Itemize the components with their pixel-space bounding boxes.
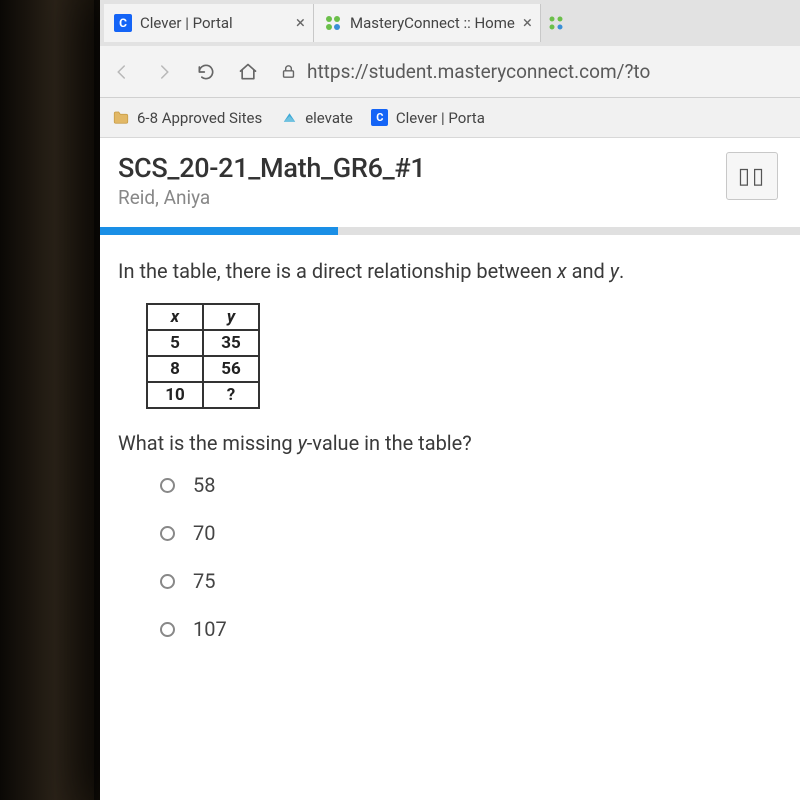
question-y: y — [298, 431, 307, 455]
elevate-icon — [280, 109, 298, 127]
screen: C Clever | Portal × MasteryConnect :: Ho… — [100, 0, 800, 800]
radio-icon — [160, 622, 175, 637]
new-tab-button[interactable] — [541, 16, 571, 30]
bookmark-label: elevate — [305, 109, 353, 127]
url-text: https://student.masteryconnect.com/?to — [307, 60, 650, 83]
question-post: -value in the table? — [307, 431, 472, 455]
arrow-left-icon — [113, 63, 131, 81]
radio-icon — [160, 526, 175, 541]
prompt-x: x — [557, 259, 567, 283]
folder-icon — [112, 109, 130, 127]
clever-icon: C — [371, 109, 389, 127]
table-header-row: x y — [147, 304, 259, 330]
col-x-header: x — [147, 304, 203, 330]
prompt-y: y — [610, 259, 619, 283]
close-icon[interactable]: × — [523, 13, 532, 33]
assignment-title: SCS_20-21_Math_GR6_#1 — [118, 152, 714, 184]
bookmarks-bar: 6-8 Approved Sites elevate C Clever | Po… — [100, 98, 800, 138]
pause-button[interactable]: ▯▯ — [726, 152, 778, 200]
choice-label: 70 — [193, 521, 215, 545]
home-button[interactable] — [230, 54, 266, 90]
tab-title: MasteryConnect :: Home — [350, 14, 515, 32]
choice-c[interactable]: 75 — [160, 569, 778, 593]
cell-x: 8 — [147, 356, 203, 382]
table-row: 10 ? — [147, 382, 259, 408]
answer-choices: 58 70 75 107 — [118, 473, 778, 641]
radio-icon — [160, 478, 175, 493]
cell-y: 35 — [203, 330, 259, 356]
assignment-header: SCS_20-21_Math_GR6_#1 Reid, Aniya ▯▯ — [100, 138, 800, 219]
browser-tab-masteryconnect[interactable]: MasteryConnect :: Home × — [314, 4, 541, 42]
bookmark-approved-sites[interactable]: 6-8 Approved Sites — [112, 109, 262, 127]
cell-y: ? — [203, 382, 259, 408]
browser-tab-strip: C Clever | Portal × MasteryConnect :: Ho… — [100, 0, 800, 46]
refresh-icon — [196, 62, 216, 82]
browser-toolbar: https://student.masteryconnect.com/?to — [100, 46, 800, 98]
page-content: SCS_20-21_Math_GR6_#1 Reid, Aniya ▯▯ In … — [100, 138, 800, 800]
col-y-header: y — [203, 304, 259, 330]
refresh-button[interactable] — [188, 54, 224, 90]
bookmark-label: 6-8 Approved Sites — [137, 109, 262, 127]
address-bar[interactable]: https://student.masteryconnect.com/?to — [272, 60, 796, 83]
choice-d[interactable]: 107 — [160, 617, 778, 641]
clever-icon: C — [114, 14, 132, 32]
prompt-text: and — [567, 259, 610, 283]
mc-mini-icon — [549, 16, 563, 30]
choice-b[interactable]: 70 — [160, 521, 778, 545]
tab-title: Clever | Portal — [140, 14, 288, 32]
lock-icon — [280, 63, 297, 80]
prompt-text: In the table, there is a direct relation… — [118, 259, 557, 283]
prompt-text: . — [619, 259, 624, 283]
forward-button[interactable] — [146, 54, 182, 90]
table-row: 8 56 — [147, 356, 259, 382]
bookmark-elevate[interactable]: elevate — [280, 109, 353, 127]
masteryconnect-icon — [324, 14, 342, 32]
choice-a[interactable]: 58 — [160, 473, 778, 497]
cell-x: 5 — [147, 330, 203, 356]
question-prompt: In the table, there is a direct relation… — [118, 257, 778, 285]
choice-label: 107 — [193, 617, 227, 641]
question-area: In the table, there is a direct relation… — [100, 235, 800, 675]
bookmark-label: Clever | Porta — [396, 109, 485, 127]
arrow-right-icon — [155, 63, 173, 81]
table-row: 5 35 — [147, 330, 259, 356]
progress-fill — [100, 227, 338, 235]
data-table: x y 5 35 8 56 10 ? — [146, 303, 260, 409]
close-icon[interactable]: × — [296, 13, 305, 33]
pause-icon: ▯▯ — [738, 164, 766, 189]
cell-y: 56 — [203, 356, 259, 382]
question-pre: What is the missing — [118, 431, 298, 455]
student-name: Reid, Aniya — [118, 186, 714, 209]
radio-icon — [160, 574, 175, 589]
choice-label: 58 — [193, 473, 215, 497]
browser-tab-clever[interactable]: C Clever | Portal × — [104, 4, 314, 42]
cell-x: 10 — [147, 382, 203, 408]
device-bezel — [0, 0, 100, 800]
back-button[interactable] — [104, 54, 140, 90]
choice-label: 75 — [193, 569, 215, 593]
bookmark-clever[interactable]: C Clever | Porta — [371, 109, 485, 127]
home-icon — [238, 62, 258, 82]
progress-bar — [100, 227, 800, 235]
question-text: What is the missing y-value in the table… — [118, 431, 778, 455]
